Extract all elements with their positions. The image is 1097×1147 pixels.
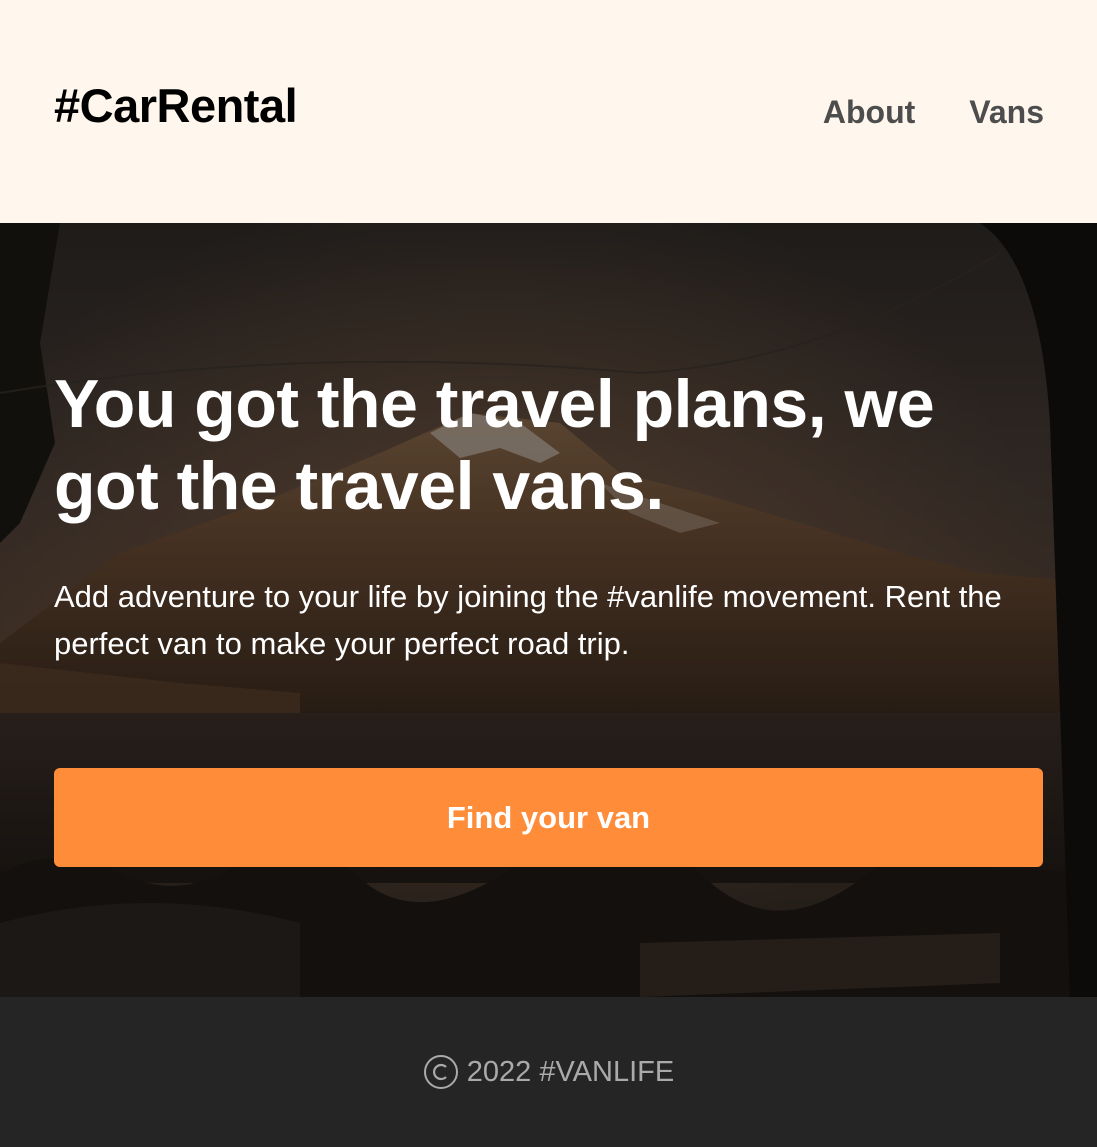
main-nav: About Vans: [823, 96, 1044, 128]
hero-title: You got the travel plans, we got the tra…: [54, 366, 935, 524]
site-footer: 2022 #VANLIFE: [0, 997, 1097, 1147]
footer-content: 2022 #VANLIFE: [0, 997, 1097, 1147]
nav-link-about[interactable]: About: [823, 96, 915, 128]
copyright-icon: [423, 1055, 458, 1089]
logo-link[interactable]: #CarRental: [54, 82, 298, 129]
site-header: #CarRental About Vans: [0, 0, 1097, 223]
find-your-van-button[interactable]: Find your van: [54, 768, 1043, 867]
copyright-text: 2022 #VANLIFE: [466, 1055, 675, 1088]
hero-content: You got the travel plans, we got the tra…: [0, 223, 1097, 997]
hero-description: Add adventure to your life by joining th…: [54, 579, 1002, 661]
hero-section: You got the travel plans, we got the tra…: [0, 223, 1097, 997]
nav-link-vans[interactable]: Vans: [969, 96, 1044, 128]
